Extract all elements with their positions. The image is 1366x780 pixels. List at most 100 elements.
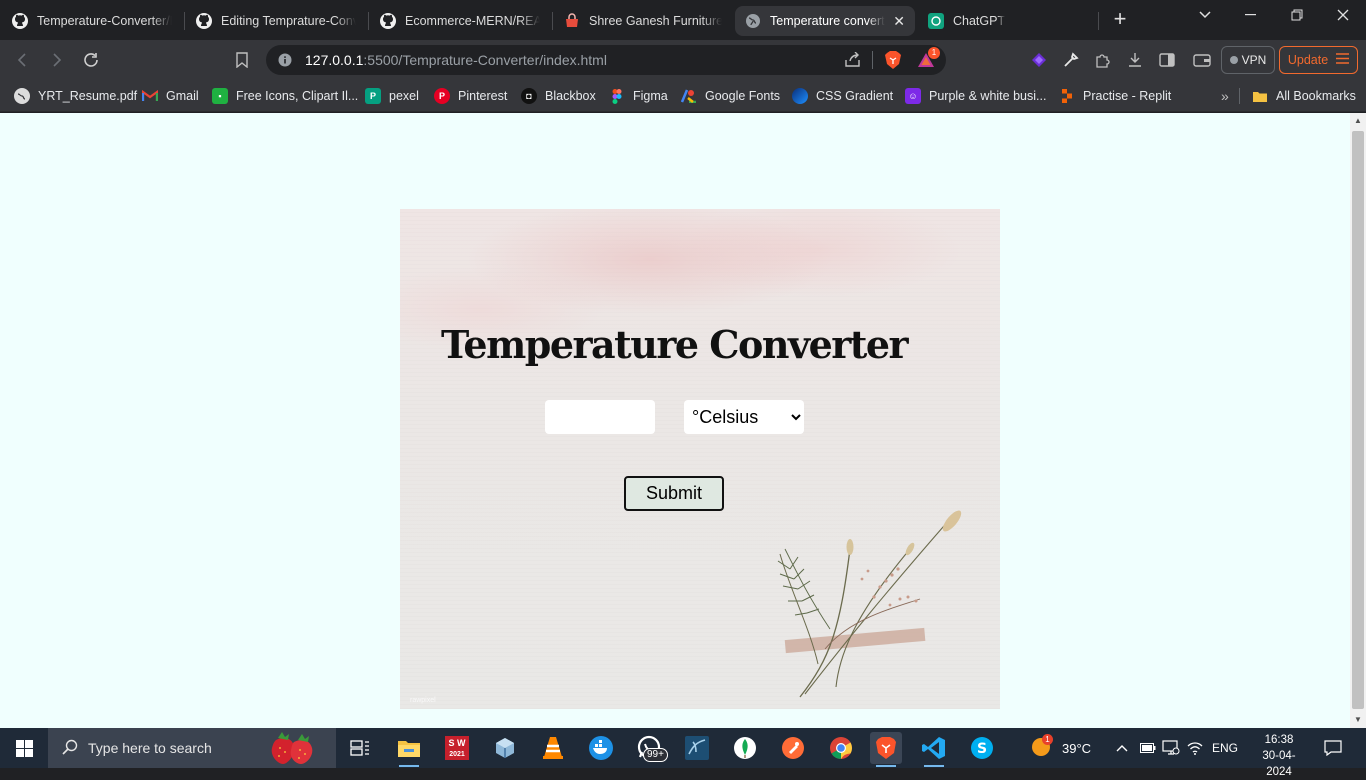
new-tab-button[interactable]: +: [1108, 8, 1132, 32]
close-window-icon[interactable]: [1320, 0, 1366, 30]
bookmark-pinterest[interactable]: P Pinterest: [434, 86, 507, 106]
brave-browser-icon[interactable]: [870, 732, 902, 767]
bookmark-label: Free Icons, Clipart Il...: [236, 89, 359, 103]
mongodb-compass-icon[interactable]: [729, 732, 761, 764]
whatsapp-icon[interactable]: 99+: [633, 732, 668, 764]
css-gradient-icon: [792, 88, 808, 104]
show-hidden-icons-chevron-icon[interactable]: [1116, 728, 1128, 768]
postman-icon[interactable]: [777, 732, 809, 764]
vpn-status-icon: [1229, 56, 1238, 64]
pinterest-icon: P: [434, 88, 450, 104]
mysql-workbench-icon[interactable]: [681, 732, 713, 764]
display-projection-icon[interactable]: [1162, 728, 1180, 768]
input-language-indicator[interactable]: ENG: [1212, 728, 1238, 768]
solidworks-year-text: 2021: [449, 751, 465, 758]
tab-temperature-converter-active[interactable]: Temperature converte ✕: [735, 6, 915, 36]
scroll-down-arrow-icon[interactable]: ▼: [1350, 712, 1366, 728]
sidebar-toggle-icon[interactable]: [1155, 48, 1179, 72]
wallet-icon[interactable]: [1190, 48, 1214, 72]
tab-shree-ganesh-furniture[interactable]: Shree Ganesh Furniture: [554, 6, 732, 36]
bookmark-label: YRT_Resume.pdf: [38, 89, 138, 103]
virtualbox-icon[interactable]: [489, 732, 521, 764]
unit-select[interactable]: °Celsius: [684, 400, 804, 434]
close-tab-icon[interactable]: ✕: [885, 13, 905, 30]
bookmark-label: Figma: [633, 89, 668, 103]
google-chrome-icon[interactable]: [825, 732, 857, 764]
scrollbar-thumb[interactable]: [1352, 131, 1364, 709]
restore-window-icon[interactable]: [1274, 0, 1320, 30]
update-button[interactable]: Update: [1279, 46, 1358, 74]
back-arrow-icon[interactable]: [11, 48, 35, 72]
bookmark-yrt-resume[interactable]: YRT_Resume.pdf: [14, 86, 137, 106]
tab-temperature-converter-repo[interactable]: Temperature-Converter/R: [2, 6, 182, 36]
bookmark-label: Pinterest: [458, 89, 508, 103]
shop-icon: [564, 13, 580, 29]
windows-start-button[interactable]: [0, 728, 48, 768]
vscode-icon[interactable]: [918, 732, 950, 767]
url-path: :5500/Temprature-Converter/index.html: [363, 52, 607, 68]
bookmark-gmail[interactable]: Gmail: [142, 86, 199, 106]
bookmark-css-gradient[interactable]: CSS Gradient: [792, 86, 893, 106]
tab-ecommerce-mern-readme[interactable]: Ecommerce-MERN/READI: [370, 6, 550, 36]
docker-icon[interactable]: [585, 732, 617, 764]
submit-button[interactable]: Submit: [624, 476, 724, 511]
task-view-icon[interactable]: [344, 732, 376, 764]
bookmark-blackbox[interactable]: ◘ Blackbox: [521, 86, 596, 106]
vlc-player-icon[interactable]: [537, 732, 569, 764]
address-bar[interactable]: 127.0.0.1:5500/Temprature-Converter/inde…: [266, 45, 946, 75]
share-icon[interactable]: [844, 51, 862, 73]
pexels-icon: P: [365, 88, 381, 104]
solidworks-sw-text: S W: [448, 738, 466, 748]
brave-shields-icon[interactable]: [884, 50, 902, 75]
blackbox-icon: ◘: [521, 88, 537, 104]
bookmark-purple-white-business[interactable]: ☺ Purple & white busi...: [905, 86, 1046, 106]
rewards-badge: 1: [928, 47, 940, 59]
github-icon: [380, 13, 396, 29]
skype-icon[interactable]: S: [966, 732, 998, 764]
tab-title: Ecommerce-MERN/READI: [405, 14, 540, 28]
download-icon[interactable]: [1123, 48, 1147, 72]
temperature-input[interactable]: [545, 400, 655, 434]
page-scrollbar[interactable]: ▲ ▼: [1350, 113, 1366, 728]
bookmark-pexel[interactable]: P pexel: [365, 86, 419, 106]
bookmark-label: Google Fonts: [705, 89, 781, 103]
bookmark-practise-replit[interactable]: Practise - Replit: [1059, 86, 1171, 106]
bookmark-page-icon[interactable]: [230, 48, 254, 72]
weather-temperature: 39°C: [1062, 740, 1092, 756]
watermark-text: rawpixel: [410, 697, 436, 704]
weather-sun-icon: 1: [1030, 733, 1053, 761]
solidworks-app-icon[interactable]: S W 2021: [441, 732, 473, 764]
forward-arrow-icon[interactable]: [44, 48, 68, 72]
tab-search-dropdown-icon[interactable]: [1182, 0, 1228, 30]
color-picker-extension-icon[interactable]: [1059, 48, 1083, 72]
taskbar-clock[interactable]: 16:38 30-04-2024: [1254, 732, 1304, 780]
weather-widget[interactable]: 1 39°C: [1030, 728, 1091, 768]
notification-center-icon[interactable]: [1324, 728, 1342, 768]
file-explorer-icon[interactable]: [393, 732, 425, 767]
more-bookmarks-chevron-icon[interactable]: »: [1221, 86, 1229, 106]
battery-icon[interactable]: [1140, 728, 1156, 768]
bookmark-google-fonts[interactable]: Google Fonts: [681, 86, 780, 106]
taskbar-search-box[interactable]: Type here to search: [48, 728, 336, 768]
tab-chatgpt[interactable]: ChatGPT: [918, 6, 1088, 36]
bookmark-label: CSS Gradient: [816, 89, 894, 103]
tab-separator: [368, 12, 369, 30]
browser-toolbar: 127.0.0.1:5500/Temprature-Converter/inde…: [0, 40, 1366, 80]
extensions-puzzle-icon[interactable]: [1091, 48, 1115, 72]
site-info-icon[interactable]: [278, 53, 292, 72]
all-bookmarks-button[interactable]: All Bookmarks: [1252, 86, 1356, 106]
language-label: ENG: [1212, 741, 1239, 755]
omnibox-divider: [872, 51, 873, 69]
bookmark-label: Practise - Replit: [1083, 89, 1172, 103]
brave-wallet-crypto-icon[interactable]: [1027, 48, 1051, 72]
reload-icon[interactable]: [79, 48, 103, 72]
url-host: 127.0.0.1: [305, 52, 364, 68]
hamburger-menu-icon: [1336, 53, 1350, 67]
bookmark-figma[interactable]: Figma: [609, 86, 668, 106]
wifi-icon[interactable]: [1187, 728, 1203, 768]
minimize-window-icon[interactable]: [1228, 0, 1274, 30]
bookmark-free-icons[interactable]: ▪ Free Icons, Clipart Il...: [212, 86, 358, 106]
vpn-button[interactable]: VPN: [1221, 46, 1275, 74]
tab-editing-temprature-converter[interactable]: Editing Temprature-Conve: [186, 6, 366, 36]
scroll-up-arrow-icon[interactable]: ▲: [1350, 113, 1366, 129]
